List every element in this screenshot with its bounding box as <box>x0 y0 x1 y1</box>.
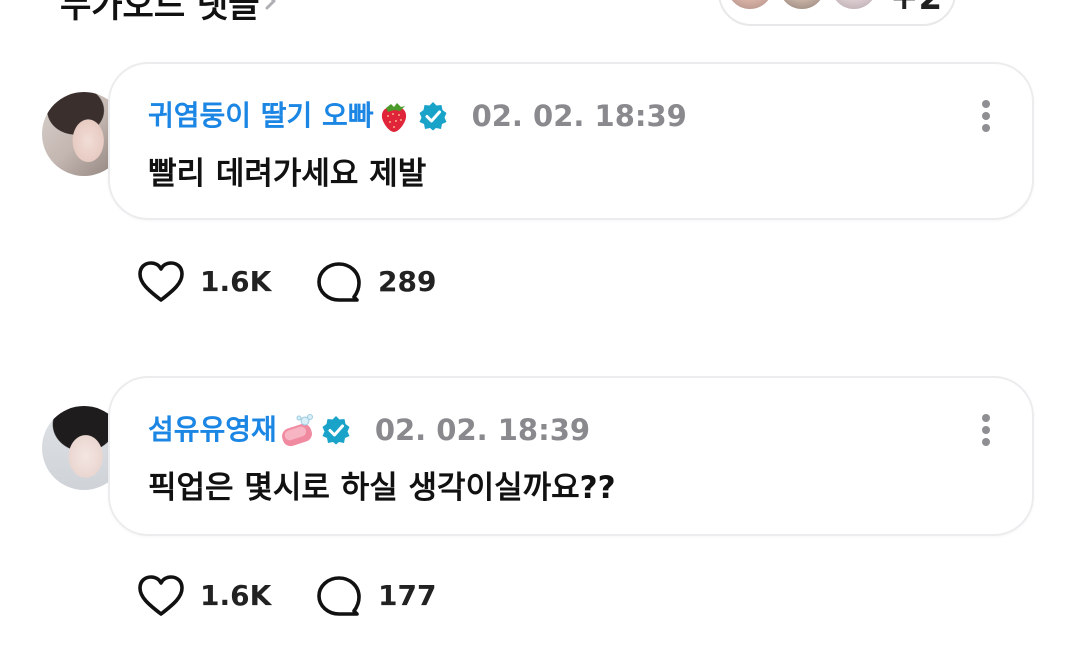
reply-button[interactable]: 177 <box>314 572 436 620</box>
like-button[interactable]: 1.6K <box>136 258 271 306</box>
comment-header: 귀염둥이 딸기 오빠 02. 02. 18:39 <box>148 94 687 138</box>
author-name[interactable]: 귀염둥이 딸기 오빠 <box>148 94 374 138</box>
verified-badge-icon <box>419 102 447 131</box>
comment-header: 섬유유영재 02. 02. 18:39 <box>148 408 590 452</box>
heart-outline-icon <box>138 261 184 302</box>
timestamp: 02. 02. 18:39 <box>374 413 591 447</box>
speech-bubble-outline-icon <box>317 576 361 616</box>
timestamp: 02. 02. 18:39 <box>471 99 687 133</box>
chevron-right-icon[interactable] <box>262 0 280 10</box>
reply-count: 177 <box>378 579 437 612</box>
top-strip: 누가오드 댓글 +2 <box>0 0 1080 40</box>
reply-button[interactable]: 289 <box>314 258 436 306</box>
author-name[interactable]: 섬유유영재 <box>148 408 277 452</box>
heart-outline-icon <box>138 575 184 616</box>
comment-text: 픽업은 몇시로 하실 생각이실까요?? <box>148 470 616 506</box>
section-title[interactable]: 누가오드 댓글 <box>60 0 260 27</box>
verified-badge-icon <box>322 416 350 445</box>
comment-actions: 1.6K 177 <box>136 572 536 620</box>
reactor-more-count: +2 <box>890 0 942 18</box>
soap-icon <box>281 414 313 447</box>
more-vertical-icon[interactable] <box>972 408 1000 452</box>
strawberry-icon <box>381 103 406 132</box>
comment-actions: 1.6K 289 <box>136 258 536 306</box>
like-count: 1.6K <box>200 579 272 612</box>
like-count: 1.6K <box>200 265 272 298</box>
comment-bubble: 귀염둥이 딸기 오빠 02. 02. 18:39 빨리 데려가세요 제발 <box>108 62 1034 220</box>
like-button[interactable]: 1.6K <box>136 572 271 620</box>
speech-bubble-outline-icon <box>317 262 361 302</box>
comment-text: 빨리 데려가세요 제발 <box>148 156 427 192</box>
comment-bubble: 섬유유영재 02. 02. 18:39 픽업은 몇시로 하실 생각이실까요?? <box>108 376 1034 536</box>
reply-count: 289 <box>378 265 437 298</box>
more-vertical-icon[interactable] <box>972 94 1000 138</box>
